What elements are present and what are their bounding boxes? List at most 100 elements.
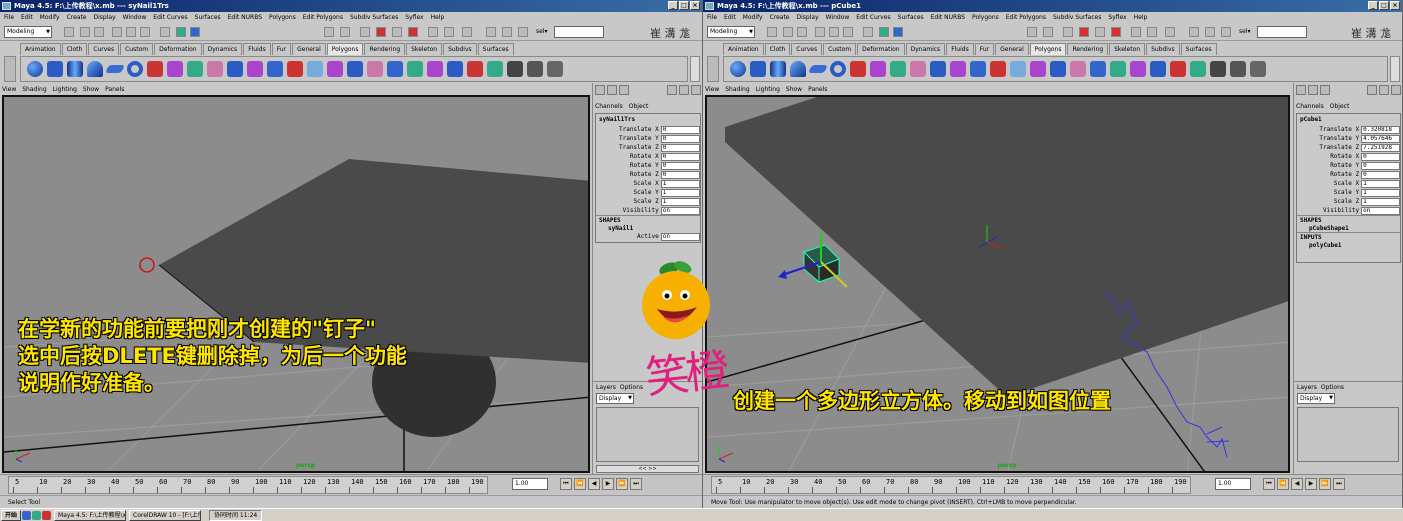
viewport-scene[interactable]: [707, 97, 1290, 473]
tab-fluids[interactable]: Fluids: [946, 43, 974, 55]
menu-syflex[interactable]: Syflex: [405, 12, 423, 23]
panel-toggle-icons[interactable]: 崔 溝 尨: [650, 25, 690, 41]
sel-field[interactable]: [554, 26, 604, 38]
lock-icon[interactable]: [1027, 27, 1037, 37]
quicklaunch-ie-icon[interactable]: [22, 510, 32, 520]
extrude-edge-icon[interactable]: [307, 61, 323, 77]
menu-edit[interactable]: Edit: [21, 12, 33, 23]
extract-icon[interactable]: [187, 61, 203, 77]
mask-joints-icon[interactable]: [190, 27, 200, 37]
menu-surfaces[interactable]: Surfaces: [898, 12, 924, 23]
tab-surfaces[interactable]: Surfaces: [477, 43, 514, 55]
texture-icon[interactable]: [1250, 61, 1266, 77]
tab-deformation[interactable]: Deformation: [857, 43, 905, 55]
merge-icon[interactable]: [387, 61, 403, 77]
extrude-edge-icon[interactable]: [1010, 61, 1026, 77]
current-frame-field[interactable]: 1.00: [512, 478, 548, 490]
channel-value[interactable]: 0: [660, 161, 700, 170]
input-ops-icon[interactable]: [428, 27, 438, 37]
snap-surface-icon[interactable]: [408, 27, 418, 37]
channel-value[interactable]: 1: [660, 188, 700, 197]
render-globals-icon[interactable]: [518, 27, 528, 37]
close-icon[interactable]: ×: [690, 1, 700, 10]
cb-tool-icon[interactable]: [691, 85, 701, 95]
play-forward-icon[interactable]: ▶: [1305, 478, 1317, 490]
step-back-icon[interactable]: ⏪: [574, 478, 586, 490]
select-object-icon[interactable]: [829, 27, 839, 37]
channel-value[interactable]: 0: [1361, 170, 1400, 179]
channel-value[interactable]: 7.251928: [1361, 143, 1400, 152]
new-scene-icon[interactable]: [64, 27, 74, 37]
torus-icon[interactable]: [127, 61, 143, 77]
plane-icon[interactable]: [105, 65, 125, 73]
menu-modify[interactable]: Modify: [743, 12, 763, 23]
wedge-icon[interactable]: [347, 61, 363, 77]
open-scene-icon[interactable]: [80, 27, 90, 37]
cb-mode-icon[interactable]: [1296, 85, 1306, 95]
cb-mode-icon[interactable]: [595, 85, 605, 95]
menu-edit-curves[interactable]: Edit Curves: [153, 12, 187, 23]
step-back-icon[interactable]: ⏪: [1277, 478, 1289, 490]
go-end-icon[interactable]: ⏭: [1333, 478, 1345, 490]
render-icon[interactable]: [1189, 27, 1199, 37]
extract-icon[interactable]: [890, 61, 906, 77]
tab-skeleton[interactable]: Skeleton: [1109, 43, 1146, 55]
panel-menu-show[interactable]: Show: [83, 85, 99, 95]
shelf-menu-icon[interactable]: [4, 56, 16, 82]
quadrangulate-icon[interactable]: [1190, 61, 1206, 77]
tab-custom[interactable]: Custom: [823, 43, 857, 55]
object-name[interactable]: syNail1Trs: [596, 114, 700, 125]
menu-edit[interactable]: Edit: [724, 12, 736, 23]
combine-icon[interactable]: [147, 61, 163, 77]
menu-edit-polygons[interactable]: Edit Polygons: [303, 12, 343, 23]
tab-rendering[interactable]: Rendering: [1067, 43, 1109, 55]
shelf-scroll[interactable]: [690, 56, 700, 82]
menu-polygons[interactable]: Polygons: [269, 12, 296, 23]
cylinder-icon[interactable]: [770, 61, 786, 77]
plane-icon[interactable]: [808, 65, 828, 73]
bevel-icon[interactable]: [1070, 61, 1086, 77]
select-object-icon[interactable]: [126, 27, 136, 37]
panel-menu-lighting[interactable]: Lighting: [53, 85, 77, 95]
output-ops-icon[interactable]: [1147, 27, 1157, 37]
panel-menu-shading[interactable]: Shading: [22, 85, 46, 95]
tab-cloth[interactable]: Cloth: [61, 43, 88, 55]
minimize-icon[interactable]: _: [668, 1, 678, 10]
separate-icon[interactable]: [870, 61, 886, 77]
close-icon[interactable]: ×: [1390, 1, 1400, 10]
new-scene-icon[interactable]: [767, 27, 777, 37]
cb-layer-icon[interactable]: [1308, 85, 1318, 95]
go-start-icon[interactable]: ⏮: [560, 478, 572, 490]
boolean-diff-icon[interactable]: [247, 61, 263, 77]
save-scene-icon[interactable]: [797, 27, 807, 37]
lock-icon[interactable]: [324, 27, 334, 37]
cube-icon[interactable]: [47, 61, 63, 77]
bevel-icon[interactable]: [367, 61, 383, 77]
snap-grid-icon[interactable]: [340, 27, 350, 37]
boolean-union-icon[interactable]: [930, 61, 946, 77]
menu-help[interactable]: Help: [1134, 12, 1148, 23]
tab-fluids[interactable]: Fluids: [243, 43, 271, 55]
tab-cloth[interactable]: Cloth: [764, 43, 791, 55]
ipr-render-icon[interactable]: [1205, 27, 1215, 37]
step-forward-icon[interactable]: ⏩: [616, 478, 628, 490]
go-end-icon[interactable]: ⏭: [630, 478, 642, 490]
channel-value[interactable]: on: [1361, 206, 1400, 215]
tab-dynamics[interactable]: Dynamics: [905, 43, 946, 55]
snap-view-icon[interactable]: [1095, 27, 1105, 37]
menu-display[interactable]: Display: [94, 12, 116, 23]
cylinder-icon[interactable]: [67, 61, 83, 77]
panel-menu-shading[interactable]: Shading: [725, 85, 749, 95]
cb-layer-icon[interactable]: [607, 85, 617, 95]
sphere-icon[interactable]: [27, 61, 43, 77]
tab-polygons[interactable]: Polygons: [1029, 43, 1067, 55]
play-back-icon[interactable]: ◀: [588, 478, 600, 490]
time-slider[interactable]: 5 10 20 30 40 50 60 70 80 90 100 110 120 130 140 150 160…: [0, 474, 702, 494]
menu-edit-nurbs[interactable]: Edit NURBS: [228, 12, 262, 23]
mask-icon[interactable]: [160, 27, 170, 37]
play-back-icon[interactable]: ◀: [1291, 478, 1303, 490]
texture-icon[interactable]: [547, 61, 563, 77]
channel-value[interactable]: on: [660, 206, 700, 215]
tab-subdivs[interactable]: Subdivs: [443, 43, 477, 55]
cut-faces-icon[interactable]: [407, 61, 423, 77]
